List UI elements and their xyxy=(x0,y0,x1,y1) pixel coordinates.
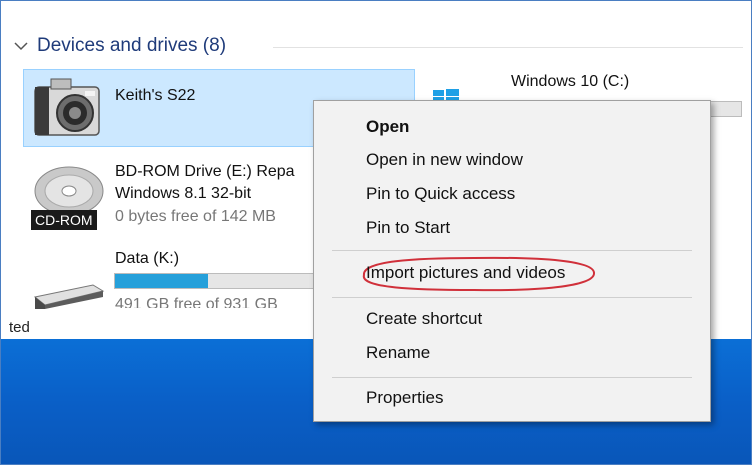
section-title: Devices and drives (8) xyxy=(37,35,227,56)
section-divider xyxy=(273,47,743,48)
device-free-data-k: 491 GB free of 931 GB xyxy=(115,296,278,308)
device-name-windows-c[interactable]: Windows 10 (C:) xyxy=(511,73,629,91)
cd-rom-badge: CD-ROM xyxy=(31,210,97,230)
drive-usage-bar-k xyxy=(114,273,314,289)
menu-item-properties[interactable]: Properties xyxy=(366,388,443,408)
menu-item-rename[interactable]: Rename xyxy=(366,343,430,363)
status-bar-text: ted xyxy=(9,319,30,336)
menu-item-import-pictures[interactable]: Import pictures and videos xyxy=(366,263,565,283)
camera-icon xyxy=(34,78,100,136)
device-name-bd-rom[interactable]: BD-ROM Drive (E:) Repa xyxy=(115,163,295,181)
menu-separator xyxy=(332,250,692,251)
context-menu: Open Open in new window Pin to Quick acc… xyxy=(313,100,711,422)
menu-item-pin-to-start[interactable]: Pin to Start xyxy=(366,218,450,238)
device-name-data-k[interactable]: Data (K:) xyxy=(115,250,179,268)
cd-rom-drive-icon xyxy=(34,166,104,216)
device-name-keiths-s22: Keith's S22 xyxy=(115,87,196,104)
device-free-bd-rom: 0 bytes free of 142 MB xyxy=(115,208,276,225)
devices-section-header[interactable]: Devices and drives (8) xyxy=(11,33,226,59)
menu-item-pin-quick-access[interactable]: Pin to Quick access xyxy=(366,184,515,204)
explorer-window: Devices and drives (8) Keith's S22 Windo… xyxy=(0,0,752,465)
menu-item-create-shortcut[interactable]: Create shortcut xyxy=(366,309,482,329)
menu-separator xyxy=(332,377,692,378)
menu-item-open-new-window[interactable]: Open in new window xyxy=(366,150,523,170)
chevron-down-icon xyxy=(14,42,28,51)
device-subtitle-bd-rom: Windows 8.1 32-bit xyxy=(115,185,252,202)
hard-drive-icon xyxy=(33,284,105,309)
menu-item-open[interactable]: Open xyxy=(366,117,409,137)
menu-separator xyxy=(332,297,692,298)
